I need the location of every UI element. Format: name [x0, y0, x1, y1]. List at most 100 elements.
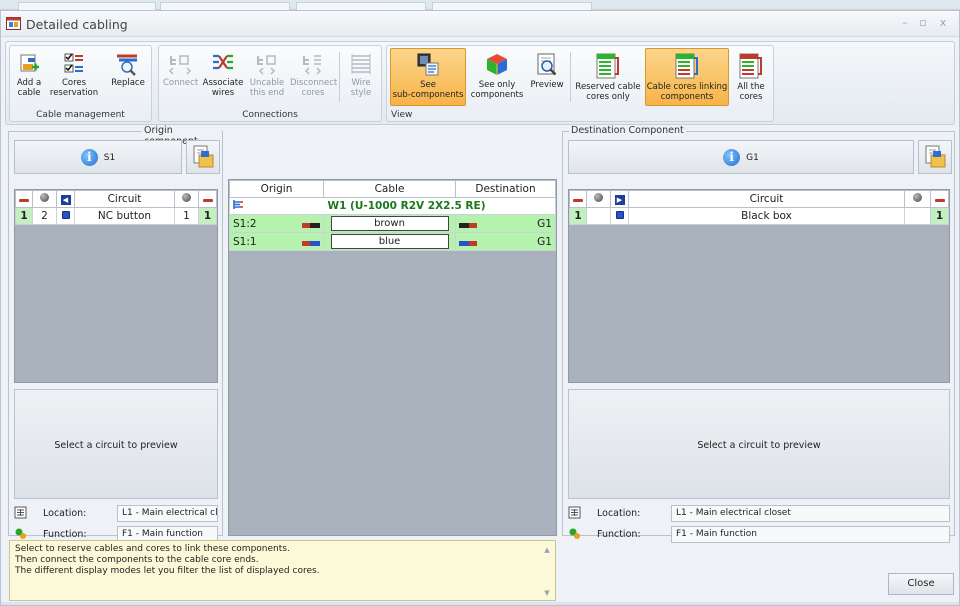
- destination-function-field[interactable]: F1 - Main function: [671, 526, 950, 543]
- core-color: blue: [330, 234, 449, 249]
- cores-reservation-icon: [64, 53, 83, 73]
- view-group: See sub-components See only components P…: [386, 45, 774, 122]
- origin-preview-area: Select a circuit to preview: [14, 389, 218, 499]
- core-origin: S1:1: [229, 232, 324, 251]
- function-label: Function:: [43, 529, 87, 540]
- function-icon: [569, 528, 580, 539]
- circuit-name: NC button: [74, 207, 175, 225]
- linking-cores-icon: [675, 53, 698, 79]
- connector-icon: [904, 190, 931, 208]
- origin-location-row: Location: L1 - Main electrical clo: [14, 505, 218, 523]
- destination-select-component-button[interactable]: [918, 140, 952, 174]
- uncable-this-end-button[interactable]: Uncable this end: [247, 48, 287, 106]
- preview-button[interactable]: Preview: [527, 48, 567, 106]
- connect-button[interactable]: Connect: [162, 48, 198, 106]
- row-count: 1: [174, 207, 199, 225]
- app-icon: [6, 17, 21, 30]
- associate-wires-button[interactable]: Associate wires: [201, 48, 245, 106]
- cable-cores-linking-components-button[interactable]: Cable cores linking components: [645, 48, 729, 106]
- cable-management-group-label: Cable management: [36, 110, 125, 120]
- connections-group: Connect Associate wires Uncable this end: [158, 45, 382, 122]
- wire-end-icon: [198, 190, 217, 208]
- background-tabs: [0, 0, 960, 10]
- destination-column-header[interactable]: Destination: [455, 180, 556, 198]
- scroll-down-arrow[interactable]: ▼: [543, 588, 551, 597]
- destination-circuit-table: ▶ Circuit 1 Black box 1: [569, 190, 949, 225]
- close-window-button[interactable]: x: [935, 15, 951, 31]
- wire-style-button[interactable]: Wire style: [343, 48, 379, 106]
- circuit-name: Black box: [628, 207, 905, 225]
- cores-reservation-button[interactable]: Cores reservation: [46, 48, 102, 106]
- origin-component-button[interactable]: i S1: [14, 140, 182, 174]
- core-origin-label: S1:1: [233, 235, 257, 248]
- background-tab[interactable]: [160, 2, 290, 10]
- ribbon-separator: [339, 52, 340, 102]
- table-row[interactable]: S1:1 blue G1: [229, 232, 556, 251]
- replace-button[interactable]: Replace: [107, 48, 149, 106]
- all-the-cores-button[interactable]: All the cores: [732, 48, 770, 106]
- all-cores-icon: [739, 53, 762, 79]
- destination-circuit-grid: ▶ Circuit 1 Black box 1: [568, 189, 950, 383]
- connector-icon: [32, 190, 57, 208]
- close-button[interactable]: Close: [888, 573, 954, 595]
- row-index: 1: [15, 207, 33, 225]
- arrow-left-icon: ◀: [56, 190, 75, 208]
- view-group-label: View: [391, 110, 413, 120]
- reserved-cable-cores-only-button[interactable]: Reserved cable cores only: [573, 48, 643, 106]
- reserved-cores-icon: [596, 53, 619, 79]
- circuit-column-header[interactable]: Circuit: [74, 190, 175, 208]
- replace-icon: [117, 54, 137, 76]
- ribbon-toolbar: Add a cable Cores reservation Replace Ca…: [5, 41, 955, 125]
- components-icon: [487, 54, 507, 75]
- minimize-button[interactable]: –: [897, 15, 913, 31]
- cable-name: W1 (U-1000 R2V 2X2.5 RE): [323, 197, 556, 215]
- title-bar: Detailed cabling – ▫ x: [1, 11, 959, 37]
- preview-icon: [537, 53, 557, 76]
- row-count: [904, 207, 931, 225]
- disconnect-cores-button[interactable]: Disconnect cores: [289, 48, 337, 106]
- destination-location-field[interactable]: L1 - Main electrical closet: [671, 505, 950, 522]
- cable-title-row[interactable]: W1 (U-1000 R2V 2X2.5 RE): [229, 197, 556, 215]
- bullet-icon: [56, 207, 75, 225]
- destination-component-button[interactable]: i G1: [568, 140, 914, 174]
- ribbon-separator: [570, 52, 571, 102]
- background-tab[interactable]: [296, 2, 426, 10]
- origin-panel: Origin component i S1 ◀ Circuit: [8, 125, 223, 543]
- core-destination-label: G1: [537, 235, 552, 248]
- add-cable-button[interactable]: Add a cable: [13, 48, 45, 106]
- table-row[interactable]: 1 2 NC button 1 1: [15, 207, 217, 225]
- bullet-icon: [610, 207, 629, 225]
- arrow-right-icon: ▶: [610, 190, 629, 208]
- help-line: The different display modes let you filt…: [15, 566, 320, 576]
- cable-header-row: Origin Cable Destination: [229, 180, 556, 198]
- origin-circuit-table: ◀ Circuit 1 2 NC button 1 1: [15, 190, 217, 225]
- info-icon: i: [80, 149, 98, 166]
- function-label: Function:: [597, 529, 641, 540]
- location-icon: [568, 506, 581, 519]
- origin-location-field[interactable]: L1 - Main electrical clo: [117, 505, 218, 522]
- see-only-components-button[interactable]: See only components: [469, 48, 525, 106]
- background-tab[interactable]: [18, 2, 156, 10]
- destination-preview-area: Select a circuit to preview: [568, 389, 950, 499]
- help-line: Then connect the components to the cable…: [15, 555, 259, 565]
- wire-end-icon: [15, 190, 33, 208]
- background-tab[interactable]: [432, 2, 592, 10]
- scroll-up-arrow[interactable]: ▲: [543, 545, 551, 554]
- location-label: Location:: [43, 508, 87, 519]
- destination-function-row: Function: F1 - Main function: [568, 526, 950, 544]
- see-sub-components-button[interactable]: See sub-components: [390, 48, 466, 106]
- origin-column-header[interactable]: Origin: [229, 180, 324, 198]
- circuit-column-header[interactable]: Circuit: [628, 190, 905, 208]
- cable-table: Origin Cable Destination W1 (U-1000 R2V …: [229, 180, 556, 251]
- connections-group-label: Connections: [242, 110, 298, 120]
- core-color-cell: blue: [323, 232, 456, 251]
- add-cable-icon: [20, 54, 39, 72]
- cable-column-header[interactable]: Cable: [323, 180, 456, 198]
- core-origin-label: S1:2: [233, 217, 257, 230]
- maximize-button[interactable]: ▫: [915, 15, 931, 31]
- destination-location-row: Location: L1 - Main electrical closet: [568, 505, 950, 523]
- origin-select-component-button[interactable]: [186, 140, 220, 174]
- table-row[interactable]: S1:2 brown G1: [229, 214, 556, 233]
- core-color: brown: [330, 216, 449, 231]
- table-row[interactable]: 1 Black box 1: [569, 207, 949, 225]
